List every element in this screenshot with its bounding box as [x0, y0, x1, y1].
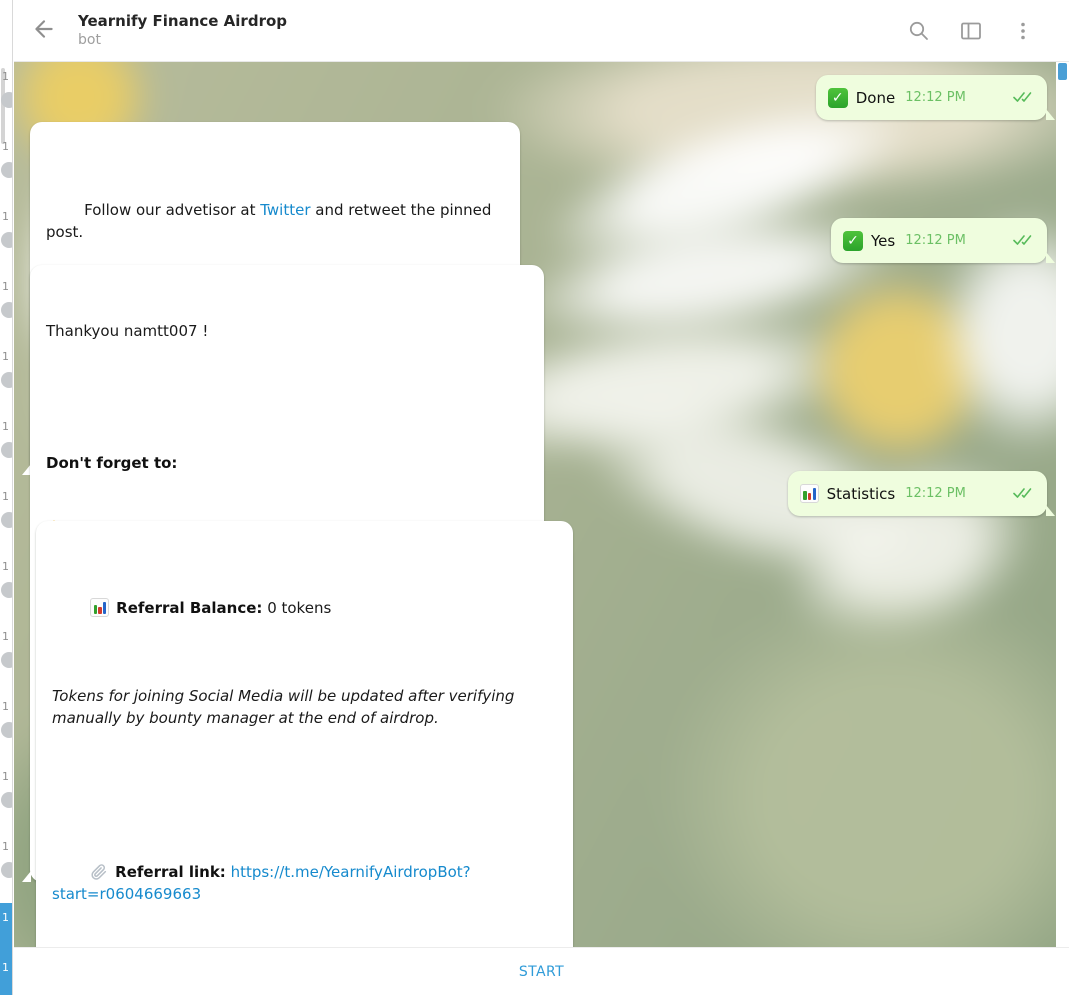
- chat-scrollbar-track[interactable]: [1056, 62, 1069, 995]
- unread-badge: [1, 652, 12, 668]
- message-yes: ✓ Yes 12:12 PM: [830, 218, 1056, 263]
- unread-badge: [1, 512, 12, 528]
- chat-header: Yearnify Finance Airdrop bot: [14, 0, 1069, 62]
- paperclip-emoji-icon: [90, 863, 108, 881]
- unread-badge: [1, 372, 12, 388]
- chat-title: Yearnify Finance Airdrop: [78, 12, 288, 30]
- chat-list-item[interactable]: 1: [0, 132, 12, 202]
- unread-badge: [1, 792, 12, 808]
- message-area: ✓ Done 12:12 PM Follow our advetisor at …: [14, 62, 1056, 947]
- chat-list-item[interactable]: 1: [0, 62, 12, 132]
- search-icon[interactable]: [907, 19, 931, 43]
- bar-chart-emoji-icon: [90, 598, 110, 617]
- twitter-link[interactable]: Twitter: [260, 201, 310, 219]
- message-time: 12:12 PM: [905, 89, 966, 105]
- field-value: 0 tokens: [262, 599, 332, 617]
- message-text: Yes: [870, 231, 896, 250]
- chat-time-digit: 1: [2, 770, 9, 783]
- chat-list-item[interactable]: 1: [0, 342, 12, 412]
- unread-badge: [1, 862, 12, 878]
- unread-badge: [1, 442, 12, 458]
- back-arrow-icon: [31, 16, 57, 46]
- chat-list-item[interactable]: 1: [0, 622, 12, 692]
- chat-time-digit: 1: [2, 140, 9, 153]
- chat-list-item[interactable]: 1: [0, 412, 12, 482]
- unread-badge: [1, 302, 12, 318]
- chat-list-item[interactable]: 1: [0, 832, 12, 902]
- field-label: Referral link:: [115, 863, 226, 881]
- chat-list-item-selected[interactable]: 1 1: [0, 903, 12, 995]
- chat-time-digit: 1: [2, 210, 9, 223]
- message-time: 12:12 PM: [905, 485, 966, 501]
- double-check-icon: [975, 65, 1035, 131]
- chat-subtitle: bot: [78, 32, 101, 48]
- chat-list-item[interactable]: 1: [0, 202, 12, 272]
- chat-time-digit: 1: [2, 490, 9, 503]
- message-text: Thankyou namtt007 !: [46, 322, 209, 340]
- message-text: Follow our advetisor at: [84, 201, 261, 219]
- telegram-window: 1 1 1 1 1 1 1 1 1 1 1 1 1 1 Yearnify Fin…: [0, 0, 1069, 995]
- chat-list-item[interactable]: 1: [0, 692, 12, 762]
- chat-title-block[interactable]: Yearnify Finance Airdrop bot: [74, 11, 907, 50]
- check-emoji-icon: ✓: [827, 87, 848, 108]
- chat-time-digit: 1: [2, 70, 9, 83]
- bot-keyboard-bar: START: [14, 947, 1069, 995]
- message-text: Done: [855, 88, 896, 107]
- kebab-menu-icon[interactable]: [1011, 19, 1035, 43]
- chat-list-item[interactable]: 1: [0, 482, 12, 552]
- unread-badge: [1, 722, 12, 738]
- double-check-icon: [975, 461, 1035, 527]
- balance-note: Tokens for joining Social Media will be …: [52, 687, 520, 727]
- chat-time-digit: 1: [2, 350, 9, 363]
- message-time: 12:12 PM: [905, 232, 966, 248]
- check-emoji-icon: ✓: [842, 230, 863, 251]
- sidebar-toggle-icon[interactable]: [959, 19, 983, 43]
- unread-badge: [1, 92, 12, 108]
- chat-list-rows: 1 1 1 1 1 1 1 1 1 1 1 1: [0, 62, 12, 902]
- chat-list-item[interactable]: 1: [0, 762, 12, 832]
- chat-list-item[interactable]: 1: [0, 552, 12, 622]
- message-stats-detail: Referral Balance: 0 tokens Tokens for jo…: [36, 521, 573, 947]
- field-label: Referral Balance:: [116, 599, 263, 617]
- double-check-icon: [975, 208, 1035, 274]
- message-text: Statistics: [826, 484, 896, 503]
- chat-scrollbar-thumb[interactable]: [1058, 63, 1067, 80]
- chat-time-digit: 1: [2, 700, 9, 713]
- chat-time-digit: 1: [2, 280, 9, 293]
- back-button[interactable]: [14, 16, 74, 46]
- chat-time-digit: 1: [2, 630, 9, 643]
- unread-badge: [1, 162, 12, 178]
- chat-time-digit: 1: [2, 420, 9, 433]
- bar-chart-emoji-icon: [799, 484, 819, 503]
- unread-badge: [1, 582, 12, 598]
- start-button[interactable]: START: [519, 964, 564, 980]
- chat-time-digit: 1: [2, 911, 9, 924]
- message-done: ✓ Done 12:12 PM: [815, 75, 1056, 120]
- message-statistics: Statistics 12:12 PM: [787, 471, 1056, 516]
- chat-list-item[interactable]: 1: [0, 272, 12, 342]
- chat-time-digit: 1: [2, 840, 9, 853]
- chat-time-digit: 1: [2, 961, 9, 974]
- message-heading: Don't forget to:: [46, 454, 178, 472]
- chat-time-digit: 1: [2, 560, 9, 573]
- chat-list-sliver[interactable]: 1 1 1 1 1 1 1 1 1 1 1 1 1 1: [0, 0, 13, 995]
- unread-badge: [1, 232, 12, 248]
